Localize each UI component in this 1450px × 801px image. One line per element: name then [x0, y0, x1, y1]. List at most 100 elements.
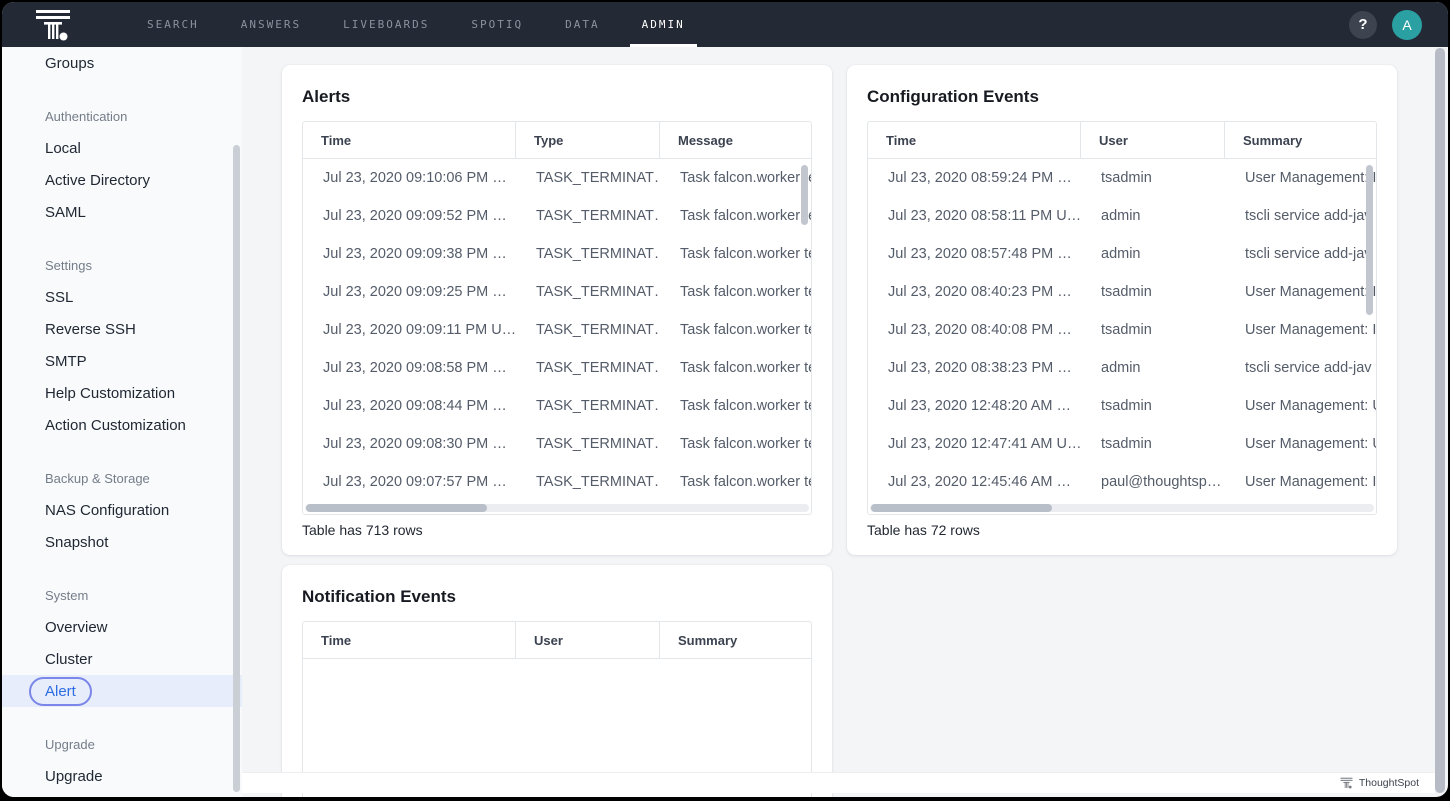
- notif-col-summary: Summary: [660, 622, 811, 658]
- table-row[interactable]: Jul 23, 2020 09:09:52 PM … TASK_TERMINAT…: [303, 197, 811, 235]
- cell-time: Jul 23, 2020 08:59:24 PM …: [868, 159, 1081, 197]
- table-row[interactable]: Jul 23, 2020 09:07:57 PM … TASK_TERMINAT…: [303, 463, 811, 501]
- cell-summary: User Management: U: [1225, 425, 1376, 463]
- page-scrollbar-thumb[interactable]: [1435, 48, 1445, 793]
- table-row[interactable]: Jul 23, 2020 09:09:11 PM U… TASK_TERMINA…: [303, 311, 811, 349]
- cell-time: Jul 23, 2020 08:57:48 PM …: [868, 235, 1081, 273]
- config-col-time: Time: [868, 122, 1081, 158]
- cell-type: TASK_TERMINAT…: [516, 273, 660, 311]
- configuration-events-card: Configuration Events Time User Summary J…: [847, 65, 1397, 555]
- tab-search[interactable]: SEARCH: [126, 2, 220, 47]
- table-row[interactable]: Jul 23, 2020 12:45:46 AM … paul@thoughts…: [868, 463, 1376, 501]
- sidebar-item-smtp[interactable]: SMTP: [2, 345, 242, 377]
- sidebar-item-upgrade[interactable]: Upgrade: [2, 760, 242, 792]
- cell-message: Task falcon.worker te: [660, 273, 811, 311]
- tab-admin[interactable]: ADMIN: [621, 2, 706, 47]
- table-row[interactable]: Jul 23, 2020 09:08:58 PM … TASK_TERMINAT…: [303, 349, 811, 387]
- cell-user: admin: [1081, 349, 1225, 387]
- cell-summary: User Management: I: [1225, 273, 1376, 311]
- sidebar-item-action-customization[interactable]: Action Customization: [2, 409, 242, 441]
- table-row[interactable]: Jul 23, 2020 08:58:11 PM U… admin tscli …: [868, 197, 1376, 235]
- cell-type: TASK_TERMINAT…: [516, 311, 660, 349]
- table-row[interactable]: Jul 23, 2020 08:38:23 PM … admin tscli s…: [868, 349, 1376, 387]
- sidebar-item-nas-configuration[interactable]: NAS Configuration: [2, 494, 242, 526]
- help-icon[interactable]: ?: [1349, 11, 1377, 39]
- table-row[interactable]: Jul 23, 2020 09:09:38 PM … TASK_TERMINAT…: [303, 235, 811, 273]
- config-horizontal-scrollbar-thumb[interactable]: [871, 504, 1052, 512]
- table-row[interactable]: Jul 23, 2020 08:40:23 PM … tsadmin User …: [868, 273, 1376, 311]
- table-row[interactable]: Jul 23, 2020 12:48:20 AM … tsadmin User …: [868, 387, 1376, 425]
- configuration-events-table: Time User Summary Jul 23, 2020 08:59:24 …: [867, 121, 1377, 515]
- cell-time: Jul 23, 2020 09:09:52 PM …: [303, 197, 516, 235]
- thoughtspot-footer-logo-icon: [1340, 777, 1353, 789]
- sidebar-item-snapshot[interactable]: Snapshot: [2, 526, 242, 558]
- cell-time: Jul 23, 2020 09:09:38 PM …: [303, 235, 516, 273]
- config-rowcount: Table has 72 rows: [867, 522, 1377, 538]
- alerts-vertical-scrollbar[interactable]: [801, 165, 808, 225]
- cell-time: Jul 23, 2020 12:48:20 AM …: [868, 387, 1081, 425]
- sidebar-section-settings: Settings: [2, 249, 242, 281]
- cell-user: tsadmin: [1081, 425, 1225, 463]
- table-row[interactable]: Jul 23, 2020 08:59:24 PM … tsadmin User …: [868, 159, 1376, 197]
- cell-time: Jul 23, 2020 09:08:30 PM …: [303, 425, 516, 463]
- table-row[interactable]: Jul 23, 2020 09:10:06 PM … TASK_TERMINAT…: [303, 159, 811, 197]
- notif-table-header: Time User Summary: [303, 622, 811, 659]
- alerts-title: Alerts: [302, 87, 812, 107]
- user-avatar[interactable]: A: [1392, 10, 1422, 40]
- alerts-table-body: Jul 23, 2020 09:10:06 PM … TASK_TERMINAT…: [303, 159, 811, 514]
- cell-time: Jul 23, 2020 09:09:11 PM U…: [303, 311, 516, 349]
- sidebar-section-backup-storage: Backup & Storage: [2, 462, 242, 494]
- tab-liveboards[interactable]: LIVEBOARDS: [322, 2, 450, 47]
- sidebar-item-help-customization[interactable]: Help Customization: [2, 377, 242, 409]
- cell-time: Jul 23, 2020 08:40:23 PM …: [868, 273, 1081, 311]
- tab-data[interactable]: DATA: [544, 2, 621, 47]
- sidebar-section-upgrade: Upgrade: [2, 728, 242, 760]
- cell-type: TASK_TERMINAT…: [516, 235, 660, 273]
- sidebar-item-groups[interactable]: Groups: [2, 47, 242, 79]
- sidebar-item-alert[interactable]: Alert: [2, 675, 242, 707]
- alerts-horizontal-scrollbar-thumb[interactable]: [306, 504, 487, 512]
- sidebar-item-active-directory[interactable]: Active Directory: [2, 164, 242, 196]
- config-col-user: User: [1081, 122, 1225, 158]
- main-content: Alerts Time Type Message Jul 23, 2020 09…: [242, 47, 1448, 797]
- table-row[interactable]: Jul 23, 2020 09:08:44 PM … TASK_TERMINAT…: [303, 387, 811, 425]
- cell-user: paul@thoughtsp…: [1081, 463, 1225, 501]
- table-row[interactable]: Jul 23, 2020 08:40:08 PM … tsadmin User …: [868, 311, 1376, 349]
- table-row[interactable]: Jul 23, 2020 09:08:30 PM … TASK_TERMINAT…: [303, 425, 811, 463]
- page-scrollbar[interactable]: [1435, 48, 1445, 793]
- cell-message: Task falcon.worker te: [660, 311, 811, 349]
- table-row[interactable]: Jul 23, 2020 12:47:41 AM U… tsadmin User…: [868, 425, 1376, 463]
- configuration-events-title: Configuration Events: [867, 87, 1377, 107]
- table-row[interactable]: Jul 23, 2020 08:57:48 PM … admin tscli s…: [868, 235, 1376, 273]
- tab-answers[interactable]: ANSWERS: [220, 2, 322, 47]
- cell-message: Task falcon.worker te: [660, 197, 811, 235]
- cell-time: Jul 23, 2020 08:58:11 PM U…: [868, 197, 1081, 235]
- sidebar-item-local[interactable]: Local: [2, 132, 242, 164]
- cell-type: TASK_TERMINAT…: [516, 387, 660, 425]
- cell-type: TASK_TERMINAT…: [516, 425, 660, 463]
- sidebar-item-saml[interactable]: SAML: [2, 196, 242, 228]
- sidebar-item-alert-label: Alert: [29, 677, 92, 706]
- alerts-col-type: Type: [516, 122, 660, 158]
- cell-time: Jul 23, 2020 12:45:46 AM …: [868, 463, 1081, 501]
- config-col-summary: Summary: [1225, 122, 1376, 158]
- cell-summary: User Management: I: [1225, 311, 1376, 349]
- config-vertical-scrollbar[interactable]: [1366, 165, 1373, 315]
- sidebar-scrollbar[interactable]: [233, 145, 240, 792]
- table-row[interactable]: Jul 23, 2020 09:09:25 PM … TASK_TERMINAT…: [303, 273, 811, 311]
- cell-summary: User Management: I: [1225, 159, 1376, 197]
- sidebar-item-reverse-ssh[interactable]: Reverse SSH: [2, 313, 242, 345]
- config-horizontal-scrollbar[interactable]: [870, 504, 1374, 512]
- sidebar-item-ssl[interactable]: SSL: [2, 281, 242, 313]
- cell-time: Jul 23, 2020 08:38:23 PM …: [868, 349, 1081, 387]
- alerts-horizontal-scrollbar[interactable]: [305, 504, 809, 512]
- sidebar-item-cluster[interactable]: Cluster: [2, 643, 242, 675]
- sidebar-item-overview[interactable]: Overview: [2, 611, 242, 643]
- cell-time: Jul 23, 2020 09:10:06 PM …: [303, 159, 516, 197]
- cell-summary: tscli service add-jav: [1225, 197, 1376, 235]
- alerts-card: Alerts Time Type Message Jul 23, 2020 09…: [282, 65, 832, 555]
- thoughtspot-logo-icon[interactable]: [35, 8, 71, 42]
- tab-spotiq[interactable]: SPOTIQ: [450, 2, 544, 47]
- notif-col-user: User: [516, 622, 660, 658]
- cell-user: admin: [1081, 197, 1225, 235]
